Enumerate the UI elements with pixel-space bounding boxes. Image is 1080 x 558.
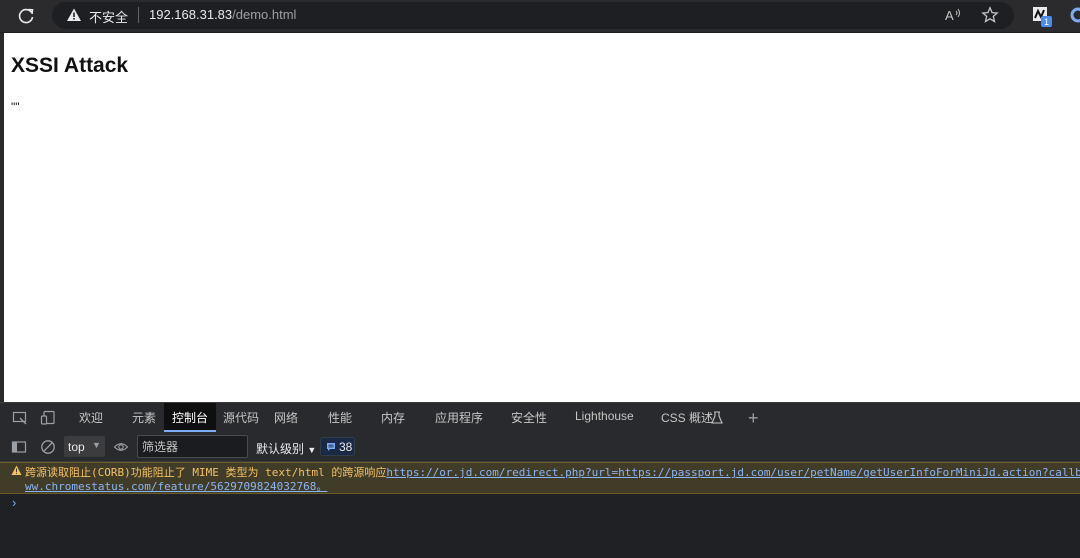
page-viewport: XSSI Attack "" xyxy=(4,33,1080,402)
filter-input[interactable] xyxy=(137,435,248,458)
extension-badge-count: 1 xyxy=(1044,17,1049,27)
extension-icon[interactable]: 1 xyxy=(1031,5,1053,27)
inspect-element-icon[interactable] xyxy=(12,410,28,426)
bookmark-star-icon[interactable] xyxy=(981,6,999,24)
tab-sources[interactable]: 源代码 xyxy=(223,409,259,426)
log-levels-dropdown[interactable]: 默认级别 ▼ xyxy=(256,440,316,457)
tab-security[interactable]: 安全性 xyxy=(511,409,547,426)
devtools-panel: 欢迎 元素 控制台 源代码 网络 性能 内存 应用程序 安全性 Lighthou… xyxy=(0,402,1080,558)
svg-text:A: A xyxy=(945,8,954,23)
console-toolbar: top ▼ 默认级别 ▼ 38 xyxy=(0,432,1080,462)
tab-welcome[interactable]: 欢迎 xyxy=(79,409,103,426)
warning-triangle-icon[interactable] xyxy=(66,7,82,23)
chevron-down-icon: ▼ xyxy=(92,440,101,450)
profile-icon[interactable] xyxy=(1070,7,1080,23)
security-status-label[interactable]: 不安全 xyxy=(89,7,128,26)
sidebar-toggle-icon[interactable] xyxy=(11,439,27,455)
console-prompt-chevron-icon[interactable]: › xyxy=(12,495,16,510)
warning-link-line: ww.chromestatus.com/feature/562970982403… xyxy=(25,478,327,494)
context-label: top xyxy=(68,440,85,454)
url-path: /demo.html xyxy=(232,7,297,22)
page-heading: XSSI Attack xyxy=(11,54,129,77)
devtools-tab-bar: 欢迎 元素 控制台 源代码 网络 性能 内存 应用程序 安全性 Lighthou… xyxy=(0,402,1080,432)
reload-icon[interactable] xyxy=(16,6,36,26)
tab-css-overview[interactable]: CSS 概述 xyxy=(661,409,713,426)
log-levels-label: 默认级别 xyxy=(256,442,305,456)
tab-network[interactable]: 网络 xyxy=(274,409,298,426)
tab-console[interactable]: 控制台 xyxy=(164,403,217,432)
message-icon xyxy=(327,443,335,451)
context-selector[interactable]: top ▼ xyxy=(64,436,105,457)
warning-link-chromestatus[interactable]: ww.chromestatus.com/feature/562970982403… xyxy=(25,480,327,493)
tab-lighthouse[interactable]: Lighthouse xyxy=(575,409,634,423)
message-count: 38 xyxy=(339,440,353,454)
url-host: 192.168.31.83 xyxy=(149,7,233,22)
experiment-flask-icon xyxy=(711,411,723,424)
page-paragraph: "" xyxy=(11,100,20,114)
address-separator xyxy=(138,7,139,23)
tab-memory[interactable]: 内存 xyxy=(381,409,405,426)
live-expression-eye-icon[interactable] xyxy=(113,439,129,455)
browser-toolbar: 不安全 192.168.31.83/demo.html A 1 xyxy=(0,0,1080,32)
url-text[interactable]: 192.168.31.83/demo.html xyxy=(149,7,296,22)
tab-performance[interactable]: 性能 xyxy=(328,409,352,426)
message-count-badge[interactable]: 38 xyxy=(320,437,355,456)
tab-elements[interactable]: 元素 xyxy=(132,409,156,426)
clear-console-icon[interactable] xyxy=(40,439,56,455)
console-warning-message: 跨源读取阻止(CORB)功能阻止了 MIME 类型为 text/html 的跨源… xyxy=(0,462,1080,494)
address-bar[interactable]: 不安全 192.168.31.83/demo.html A xyxy=(52,2,1014,29)
tab-application[interactable]: 应用程序 xyxy=(435,409,483,426)
warning-link-redirect[interactable]: https://or.jd.com/redirect.php?url=https… xyxy=(386,466,1080,479)
device-toolbar-icon[interactable] xyxy=(40,410,56,426)
chevron-down-icon: ▼ xyxy=(307,445,317,455)
read-aloud-icon[interactable]: A xyxy=(945,7,963,23)
more-tabs-plus-icon[interactable]: + xyxy=(748,408,759,429)
warning-icon xyxy=(11,465,22,475)
